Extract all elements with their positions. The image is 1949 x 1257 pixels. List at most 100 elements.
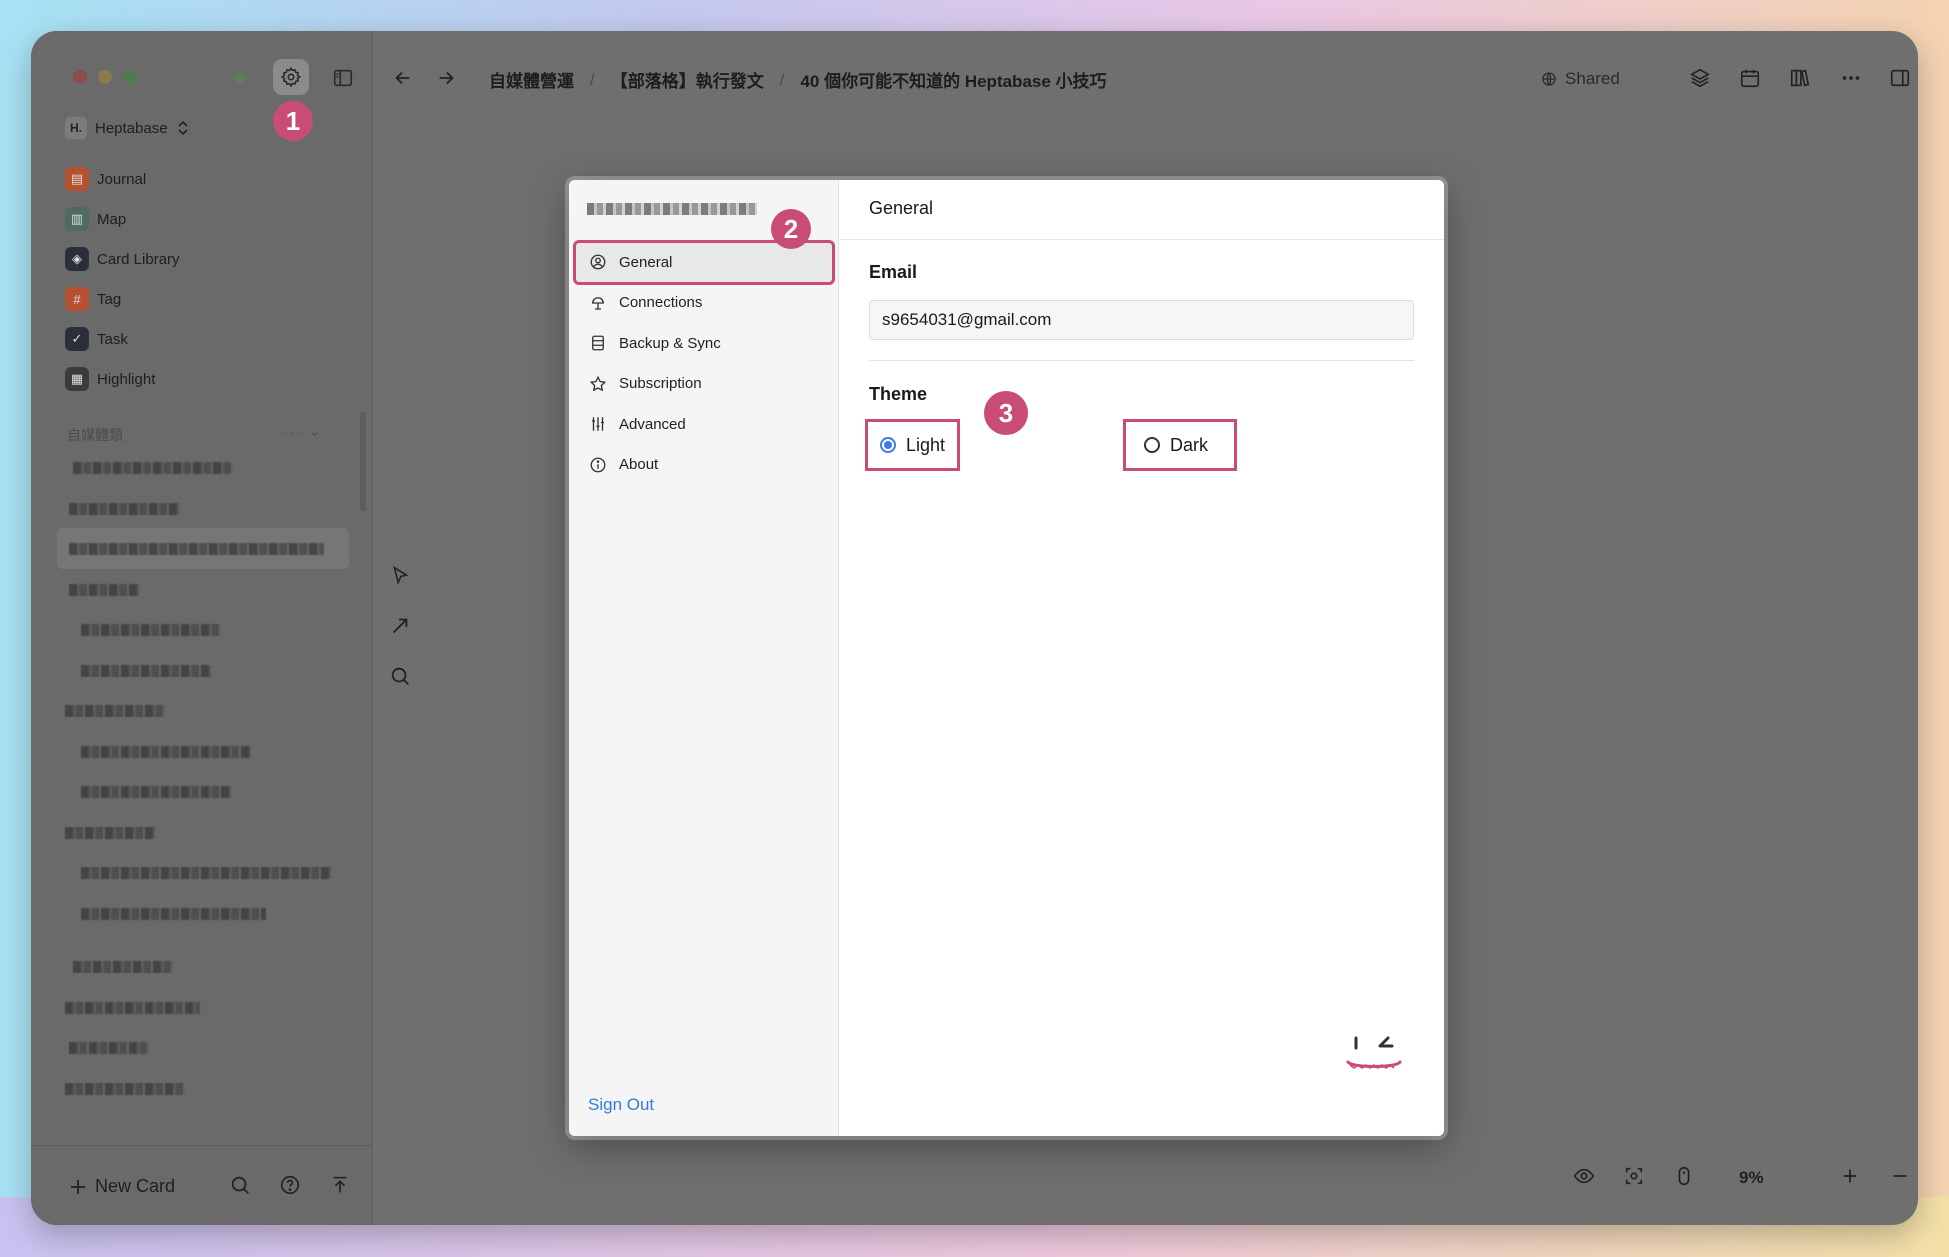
- search-canvas-tool[interactable]: [389, 665, 417, 693]
- mouse-mode-button[interactable]: [1673, 1165, 1699, 1191]
- tree-item[interactable]: [57, 731, 349, 772]
- right-panel-toggle[interactable]: [1886, 64, 1914, 92]
- globe-icon: [1542, 72, 1556, 86]
- theme-dark-option[interactable]: Dark: [1123, 419, 1237, 471]
- tree-item[interactable]: [57, 488, 349, 529]
- sidebar-footer: New Card: [31, 1145, 373, 1225]
- settings-menu-advanced[interactable]: Advanced: [575, 404, 833, 445]
- radio-checked-icon: [880, 437, 896, 453]
- chevron-updown-icon: [177, 120, 188, 136]
- tree-item[interactable]: [57, 569, 349, 610]
- help-button[interactable]: [279, 1174, 303, 1198]
- settings-menu-backup[interactable]: Backup & Sync: [575, 323, 833, 364]
- step-callout-2: 2: [771, 209, 811, 249]
- nav-journal[interactable]: ▤ Journal: [65, 159, 180, 199]
- tree-item[interactable]: [57, 812, 349, 853]
- workspace-switcher[interactable]: H. Heptabase: [65, 117, 190, 139]
- nav-task[interactable]: ✓ Task: [65, 319, 180, 359]
- new-card-label: New Card: [95, 1176, 176, 1196]
- email-field[interactable]: [869, 300, 1414, 340]
- menu-label: Advanced: [619, 415, 686, 433]
- tree-item[interactable]: [57, 447, 349, 488]
- user-circle-icon: [590, 254, 606, 270]
- settings-button[interactable]: [273, 59, 309, 95]
- layers-button[interactable]: [1686, 64, 1714, 92]
- sidebar-icon: [333, 69, 353, 87]
- close-window-button[interactable]: [73, 70, 87, 84]
- select-tool[interactable]: [389, 565, 417, 593]
- right-sidebar-icon: [1890, 69, 1910, 87]
- library-button[interactable]: [1786, 64, 1814, 92]
- mouse-icon: [1678, 1166, 1690, 1186]
- minus-icon: [1893, 1175, 1907, 1177]
- nav-highlight[interactable]: ▦ Highlight: [65, 359, 180, 399]
- more-horizontal-icon: [1842, 76, 1860, 80]
- scroll-top-button[interactable]: [329, 1174, 353, 1198]
- settings-menu-subscription[interactable]: Subscription: [575, 364, 833, 405]
- breadcrumb-separator: /: [590, 69, 595, 89]
- tree-item[interactable]: [57, 852, 349, 893]
- tree-item[interactable]: [57, 609, 349, 650]
- divider: [839, 239, 1444, 240]
- menu-label: Connections: [619, 294, 703, 312]
- nav-tag[interactable]: # Tag: [65, 279, 180, 319]
- new-card-button[interactable]: New Card: [69, 1176, 175, 1197]
- step-callout-1: 1: [273, 101, 313, 141]
- tree-item[interactable]: [57, 933, 349, 974]
- nav-card-library[interactable]: ◈ Card Library: [65, 239, 180, 279]
- tree-item[interactable]: [57, 1014, 349, 1055]
- settings-menu-about[interactable]: About: [575, 445, 833, 486]
- sliders-icon: [592, 417, 604, 431]
- theme-label: Theme: [869, 384, 928, 404]
- fit-view-button[interactable]: [1623, 1165, 1649, 1191]
- arrow-tool[interactable]: [389, 615, 417, 643]
- task-icon: ✓: [65, 327, 89, 351]
- tree-item[interactable]: [57, 771, 349, 812]
- nav-label: Tag: [97, 290, 122, 308]
- gear-icon: [280, 66, 302, 88]
- minimize-window-button[interactable]: [98, 70, 112, 84]
- breadcrumb: 自媒體營運 / 【部落格】執行發文 / 40 個你可能不知道的 Heptabas…: [489, 67, 1107, 92]
- account-name-blurred: [587, 203, 757, 215]
- settings-menu-connections[interactable]: Connections: [575, 283, 833, 324]
- tree-item[interactable]: [57, 893, 349, 934]
- section-more-icon[interactable]: ··· ⌄: [283, 423, 323, 440]
- zoom-in-button[interactable]: [1839, 1165, 1865, 1191]
- more-button[interactable]: [1837, 64, 1865, 92]
- tree-item-active[interactable]: [57, 528, 349, 569]
- forward-button[interactable]: [432, 64, 460, 92]
- sign-out-link[interactable]: Sign Out: [588, 1095, 654, 1115]
- breadcrumb-item[interactable]: 自媒體營運: [489, 67, 574, 92]
- maximize-window-button[interactable]: [123, 70, 137, 84]
- zoom-out-button[interactable]: [1889, 1165, 1915, 1191]
- breadcrumb-item[interactable]: 【部落格】執行發文: [611, 67, 764, 92]
- share-button[interactable]: Shared: [1541, 69, 1620, 89]
- nav-label: Journal: [97, 170, 147, 188]
- calendar-button[interactable]: [1736, 64, 1764, 92]
- sync-status-indicator: [235, 73, 245, 83]
- search-icon: [391, 667, 409, 685]
- focus-icon: [1625, 1167, 1643, 1185]
- tree-item[interactable]: [57, 974, 349, 1015]
- theme-light-option[interactable]: Light: [865, 419, 960, 471]
- preview-button[interactable]: [1573, 1165, 1599, 1191]
- tree-item[interactable]: [57, 690, 349, 731]
- breadcrumb-item-current[interactable]: 40 個你可能不知道的 Heptabase 小技巧: [800, 67, 1106, 92]
- toggle-sidebar-button[interactable]: [329, 64, 357, 92]
- email-label: Email: [869, 262, 918, 282]
- back-button[interactable]: [389, 64, 417, 92]
- zoom-level: 9%: [1739, 1168, 1764, 1187]
- shared-label: Shared: [1565, 69, 1620, 88]
- help-icon: [280, 1175, 300, 1195]
- search-button[interactable]: [229, 1174, 253, 1198]
- nav-map[interactable]: ▥ Map: [65, 199, 180, 239]
- workspace-logo: H.: [65, 117, 87, 139]
- card-library-icon: ◈: [65, 247, 89, 271]
- general-settings-panel: General Email Theme Light Dark: [839, 180, 1444, 1136]
- menu-label: General: [619, 253, 673, 271]
- tree-item[interactable]: [57, 1055, 349, 1096]
- tree-item[interactable]: [57, 650, 349, 691]
- sidebar-scrollbar[interactable]: [360, 411, 366, 511]
- plus-icon: [71, 1179, 85, 1194]
- settings-modal: General Connections Backup & Sync Subscr…: [569, 180, 1444, 1136]
